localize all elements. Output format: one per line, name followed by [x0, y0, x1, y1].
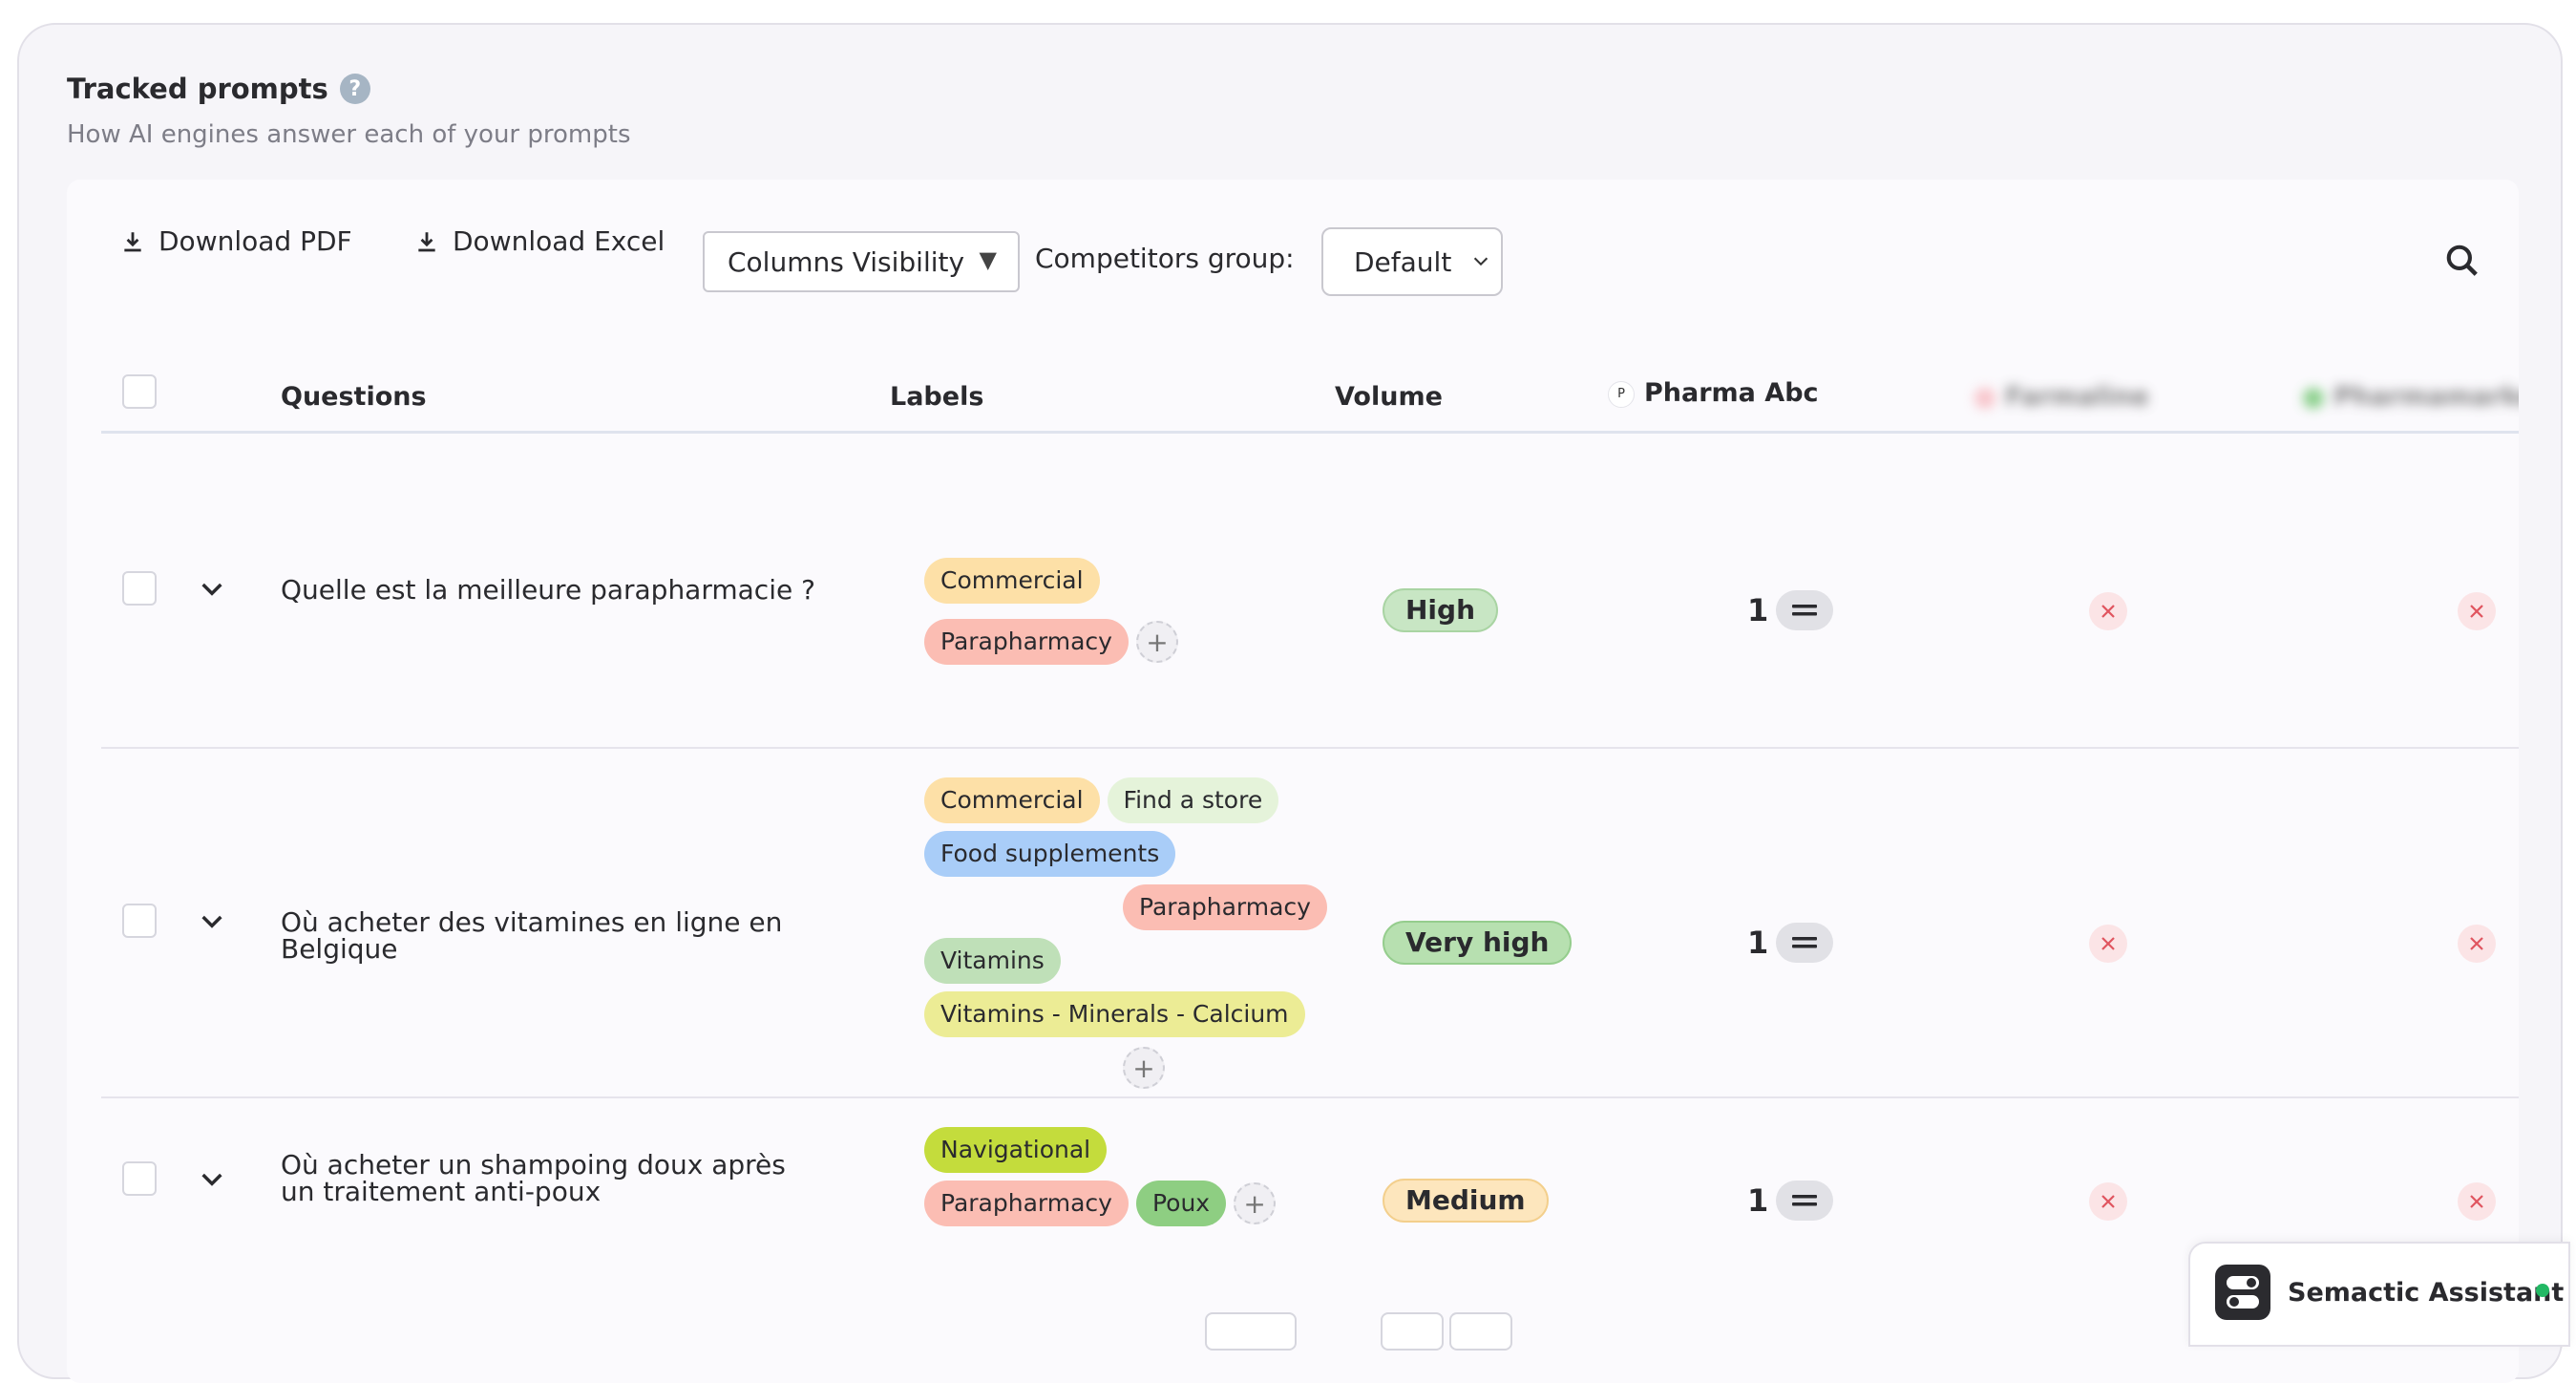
brand-rank: 1	[1747, 590, 1834, 630]
column-header-competitor-2[interactable]: Pharmamarket	[2303, 382, 2519, 412]
download-pdf-button[interactable]: Download PDF	[120, 225, 352, 257]
competitor-2-dot	[2303, 387, 2324, 409]
download-excel-button[interactable]: Download Excel	[414, 225, 665, 257]
labels-cell: Navigational Parapharmacy Poux +	[924, 1127, 1344, 1226]
not-cited-icon	[2458, 1182, 2496, 1221]
chevron-down-icon[interactable]	[197, 905, 227, 936]
equal-icon	[1776, 1181, 1834, 1221]
question-text: Où acheter un shampoing doux après un tr…	[281, 1149, 786, 1207]
download-icon	[418, 231, 435, 251]
not-cited-icon	[2089, 925, 2127, 963]
competitor-1-dot	[1974, 387, 1995, 409]
add-label-icon[interactable]: +	[1123, 1047, 1165, 1089]
columns-visibility-label: Columns Visibility	[728, 245, 965, 278]
label-tag[interactable]: Parapharmacy	[1123, 884, 1327, 930]
chevron-down-icon[interactable]	[197, 573, 227, 604]
pagination-control[interactable]	[1449, 1312, 1512, 1351]
page-subtitle: How AI engines answer each of your promp…	[67, 120, 631, 149]
table-panel: Download PDF Download Excel Columns Visi…	[67, 180, 2519, 1383]
table-row[interactable]: Quelle est la meilleure parapharmacie ? …	[101, 434, 2519, 749]
column-header-brand[interactable]: P Pharma Abc	[1608, 378, 1819, 408]
chevron-down-icon	[1473, 257, 1489, 266]
question-text: Quelle est la meilleure parapharmacie ?	[281, 574, 815, 606]
volume-badge: Very high	[1383, 921, 1573, 965]
select-all-checkbox[interactable]	[122, 374, 157, 409]
row-checkbox[interactable]	[122, 1161, 157, 1196]
pagination-control[interactable]	[1381, 1312, 1444, 1351]
brand-rank: 1	[1747, 1181, 1834, 1221]
label-tag[interactable]: Parapharmacy	[924, 1181, 1129, 1226]
competitors-group-label: Competitors group:	[1035, 243, 1295, 274]
label-tag[interactable]: Vitamins	[924, 938, 1061, 984]
label-tag[interactable]: Commercial	[924, 558, 1100, 604]
competitor-1-name: Farmaline	[2005, 382, 2149, 412]
question-text: Où acheter des vitamines en ligne en Bel…	[281, 906, 783, 965]
not-cited-icon	[2458, 925, 2496, 963]
labels-cell: Commercial Find a store Food supplements…	[924, 777, 1344, 1089]
label-tag[interactable]: Parapharmacy	[924, 619, 1129, 665]
table-header: Questions Labels Volume P Pharma Abc Farm…	[101, 350, 2519, 434]
row-checkbox[interactable]	[122, 904, 157, 938]
column-header-questions[interactable]: Questions	[281, 382, 427, 412]
table-row[interactable]: Où acheter un shampoing doux après un tr…	[101, 1098, 2519, 1383]
label-tag[interactable]: Food supplements	[924, 831, 1176, 877]
column-header-competitor-1[interactable]: Farmaline	[1974, 382, 2149, 412]
rank-value: 1	[1747, 925, 1769, 961]
table-row[interactable]: Où acheter des vitamines en ligne en Bel…	[101, 749, 2519, 1098]
equal-icon	[1776, 590, 1834, 630]
search-icon[interactable]	[2444, 243, 2481, 279]
assistant-logo-icon	[2215, 1265, 2270, 1320]
not-cited-icon	[2458, 592, 2496, 630]
brand-rank: 1	[1747, 923, 1834, 963]
rank-value: 1	[1747, 592, 1769, 628]
brand-name: Pharma Abc	[1644, 378, 1819, 408]
column-header-labels[interactable]: Labels	[890, 382, 983, 412]
label-tag[interactable]: Find a store	[1107, 777, 1279, 823]
competitors-group-value: Default	[1354, 245, 1452, 278]
volume-badge: High	[1383, 588, 1499, 632]
download-pdf-label: Download PDF	[158, 225, 352, 257]
columns-visibility-dropdown[interactable]: Columns Visibility ▼	[703, 231, 1020, 292]
volume-badge: Medium	[1383, 1179, 1549, 1223]
rank-value: 1	[1747, 1182, 1769, 1219]
equal-icon	[1776, 923, 1834, 963]
pagination-control[interactable]	[1205, 1312, 1297, 1351]
column-header-volume[interactable]: Volume	[1335, 382, 1443, 412]
row-checkbox[interactable]	[122, 571, 157, 606]
competitors-group-select[interactable]: Default	[1321, 227, 1503, 296]
page-title: Tracked prompts	[67, 73, 328, 105]
online-status-dot	[2536, 1284, 2549, 1297]
not-cited-icon	[2089, 1182, 2127, 1221]
add-label-icon[interactable]: +	[1135, 621, 1178, 663]
download-icon	[124, 231, 141, 251]
tracked-prompts-card: Tracked prompts ? How AI engines answer …	[17, 23, 2563, 1383]
label-tag[interactable]: Navigational	[924, 1127, 1108, 1173]
assistant-name: Semactic Assistant	[2288, 1278, 2565, 1308]
label-tag[interactable]: Poux	[1135, 1181, 1227, 1226]
toolbar: Download PDF Download Excel Columns Visi…	[67, 180, 2519, 313]
label-tag[interactable]: Commercial	[924, 777, 1100, 823]
label-tag[interactable]: Vitamins - Minerals - Calcium	[924, 991, 1305, 1037]
caret-down-icon: ▼	[979, 246, 997, 273]
chevron-down-icon[interactable]	[197, 1163, 227, 1194]
not-cited-icon	[2089, 592, 2127, 630]
brand-avatar: P	[1608, 380, 1635, 408]
download-excel-label: Download Excel	[453, 225, 665, 257]
add-label-icon[interactable]: +	[1234, 1182, 1277, 1224]
labels-cell: Commercial Parapharmacy +	[924, 558, 1249, 665]
competitor-2-name: Pharmamarket	[2333, 382, 2519, 412]
title-row: Tracked prompts ?	[67, 73, 370, 105]
help-icon[interactable]: ?	[339, 74, 370, 104]
